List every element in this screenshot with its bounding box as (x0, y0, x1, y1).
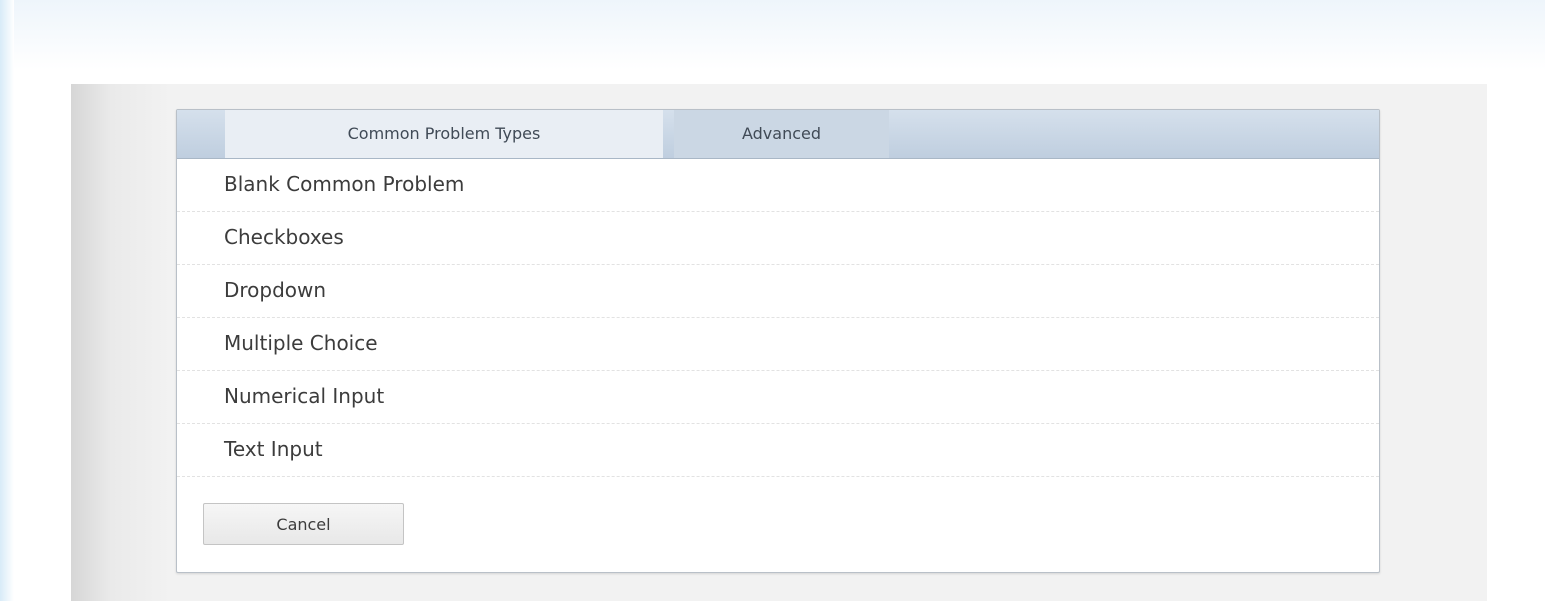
list-item-text-input[interactable]: Text Input (177, 424, 1379, 477)
list-item-dropdown[interactable]: Dropdown (177, 265, 1379, 318)
list-item-numerical-input[interactable]: Numerical Input (177, 371, 1379, 424)
tab-common-problem-types[interactable]: Common Problem Types (225, 110, 663, 158)
cancel-button[interactable]: Cancel (203, 503, 404, 545)
problem-type-picker: Common Problem Types Advanced Blank Comm… (176, 109, 1380, 573)
problem-type-list: Blank Common Problem Checkboxes Dropdown… (177, 159, 1379, 477)
tab-bar: Common Problem Types Advanced (177, 110, 1379, 159)
list-item-multiple-choice[interactable]: Multiple Choice (177, 318, 1379, 371)
page-background-edge (0, 0, 14, 601)
tab-advanced[interactable]: Advanced (674, 110, 889, 158)
list-item-blank-common-problem[interactable]: Blank Common Problem (177, 159, 1379, 212)
list-item-checkboxes[interactable]: Checkboxes (177, 212, 1379, 265)
